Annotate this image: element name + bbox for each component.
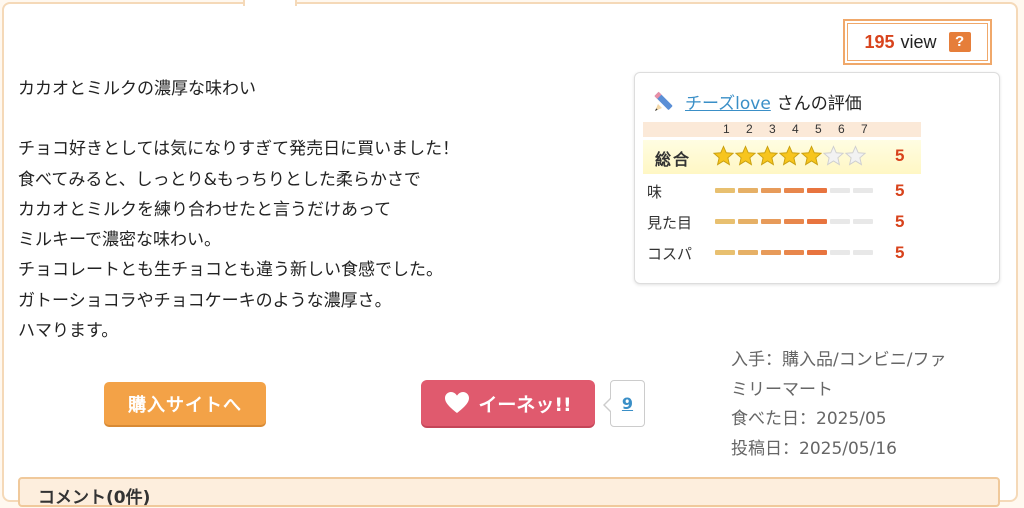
star-rating	[713, 145, 866, 167]
acquired-info: 入手：購入品/コンビニ/ファ	[731, 350, 947, 370]
total-label: 総合	[655, 150, 692, 169]
rating-bar-segment	[807, 188, 827, 193]
rater-heading: チーズlove さんの評価	[651, 87, 862, 115]
scale-tick: 5	[815, 122, 822, 136]
review-line: 食べてみると、しっとり&もっちりとした柔らかさで	[18, 169, 421, 190]
rating-bar-segment	[738, 250, 758, 255]
review-line: ガトーショコラやチョコケーキのような濃厚さ。	[18, 290, 392, 311]
star-empty-icon	[823, 145, 844, 166]
rating-scale: 1 2 3 4 5 6 7	[643, 122, 921, 137]
rating-bar-segment	[807, 250, 827, 255]
rating-bar-segment	[784, 188, 804, 193]
taste-label: 味	[647, 183, 663, 201]
view-count: 195	[864, 31, 895, 52]
taste-score: 5	[895, 181, 905, 200]
rating-bar-segment	[853, 219, 873, 224]
comments-header: コメント(0件)	[18, 477, 1000, 508]
heart-icon	[445, 392, 470, 413]
eaten-date: 食べた日：2025/05	[731, 409, 887, 429]
appearance-bar	[715, 219, 873, 224]
review-line: チョコレートとも生チョコとも違う新しい食感でした。	[18, 260, 443, 281]
view-counter: 195 view ?	[843, 19, 992, 65]
rating-bar-segment	[784, 219, 804, 224]
like-count[interactable]: 9	[603, 380, 645, 427]
scale-tick: 6	[838, 122, 845, 136]
star-filled-icon	[735, 145, 756, 166]
rating-bar-segment	[761, 250, 781, 255]
rating-bar-segment	[715, 188, 735, 193]
like-label: イーネッ!!	[478, 393, 572, 416]
rating-bar-segment	[830, 188, 850, 193]
value-bar	[715, 250, 873, 255]
rating-bar-segment	[715, 250, 735, 255]
total-score: 5	[895, 146, 905, 165]
review-line: ハマります。	[18, 321, 119, 342]
scale-tick: 7	[861, 122, 868, 136]
help-icon[interactable]: ?	[948, 32, 971, 52]
rating-bar-segment	[738, 219, 758, 224]
taste-bar	[715, 188, 873, 193]
like-button[interactable]: イーネッ!!	[421, 380, 595, 426]
pencil-icon	[654, 91, 673, 111]
rating-bar-segment	[738, 188, 758, 193]
card-tab-notch	[243, 0, 297, 6]
review-line: チョコ好きとしては気になりすぎて発売日に買いました！	[18, 139, 460, 160]
rating-bar-segment	[853, 188, 873, 193]
post-meta: 入手：購入品/コンビニ/ファ ミリーマート 食べた日：2025/05 投稿日：2…	[731, 346, 971, 464]
value-label: コスパ	[647, 245, 693, 263]
star-filled-icon	[779, 145, 800, 166]
rating-bar-segment	[807, 219, 827, 224]
view-unit: view	[900, 31, 937, 52]
posted-date: 投稿日：2025/05/16	[731, 438, 897, 459]
rating-box: チーズlove さんの評価 1 2 3 4 5 6 7 総合 5 味 5 見た目…	[634, 72, 1000, 284]
star-filled-icon	[801, 145, 822, 166]
scale-tick: 3	[769, 122, 776, 136]
star-empty-icon	[845, 145, 866, 166]
review-line: カカオとミルクを練り合わせたと言うだけあって	[18, 199, 392, 220]
scale-tick: 1	[723, 122, 730, 136]
value-score: 5	[895, 243, 905, 262]
rating-bar-segment	[830, 250, 850, 255]
rating-bar-segment	[853, 250, 873, 255]
review-line: ミルキーで濃密な味わい。	[18, 230, 221, 251]
rating-bar-segment	[761, 219, 781, 224]
total-rating-row: 総合 5	[643, 140, 921, 174]
scale-tick: 4	[792, 122, 799, 136]
acquired-info-cont: ミリーマート	[731, 379, 833, 400]
buy-site-button[interactable]: 購入サイトへ	[104, 382, 266, 425]
scale-tick: 2	[746, 122, 753, 136]
appearance-label: 見た目	[647, 214, 693, 232]
star-filled-icon	[713, 145, 734, 166]
rating-bar-segment	[761, 188, 781, 193]
rating-bar-segment	[715, 219, 735, 224]
appearance-score: 5	[895, 212, 905, 231]
rating-bar-segment	[830, 219, 850, 224]
review-title: カカオとミルクの濃厚な味わい	[18, 79, 256, 99]
star-filled-icon	[757, 145, 778, 166]
taste-rating-row: 味 5	[643, 179, 921, 203]
rating-bar-segment	[784, 250, 804, 255]
rater-suffix: さんの評価	[776, 93, 862, 114]
rater-name-link[interactable]: チーズlove	[685, 89, 771, 114]
value-rating-row: コスパ 5	[643, 241, 921, 265]
review-text: カカオとミルクの濃厚な味わい チョコ好きとしては気になりすぎて発売日に買いました…	[18, 74, 618, 346]
appearance-rating-row: 見た目 5	[643, 210, 921, 234]
